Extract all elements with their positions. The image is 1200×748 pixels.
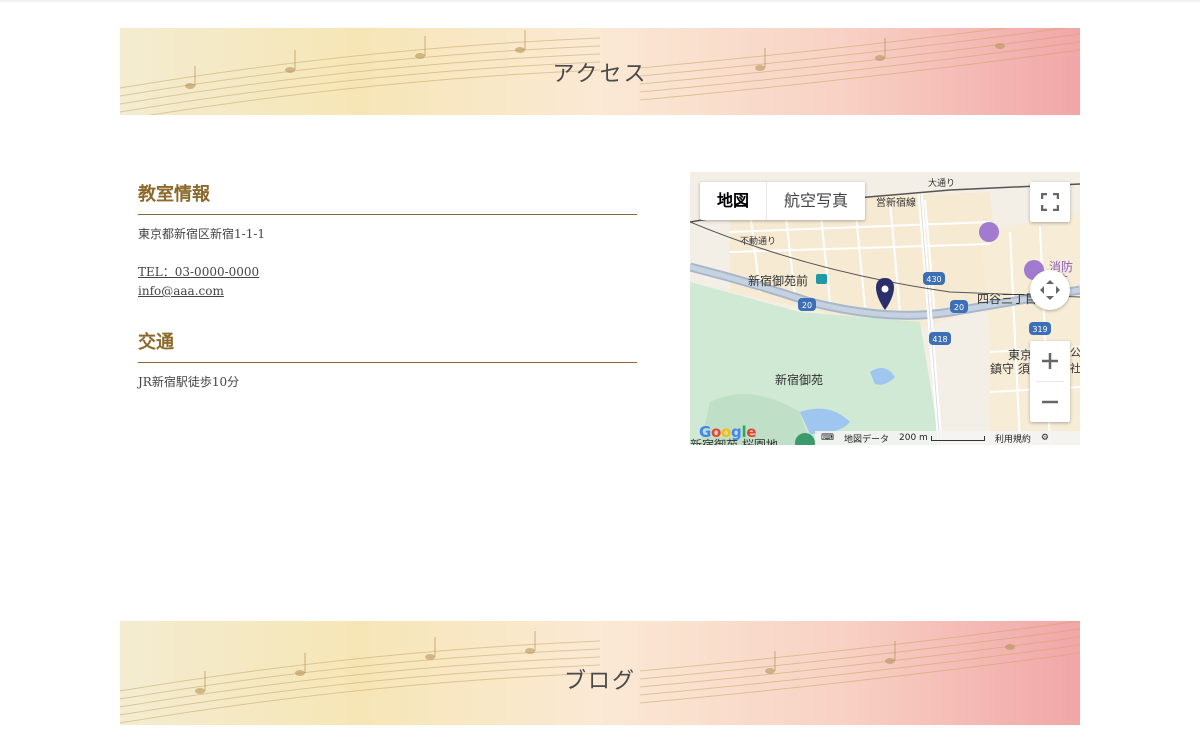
- map-attribution: ⌨ 地図データ 200 m 利用規約 ⚙: [815, 431, 1080, 445]
- blog-banner-title: ブログ: [563, 669, 636, 694]
- transport-heading: 交通: [138, 328, 637, 363]
- route-shield: 418: [932, 335, 947, 344]
- blog-banner: ブログ: [120, 621, 1080, 725]
- keyboard-icon[interactable]: ⌨: [821, 433, 834, 443]
- plus-icon: [1042, 353, 1058, 369]
- access-banner: アクセス: [120, 28, 1080, 115]
- map-label-fudou: 不動通り: [740, 237, 777, 247]
- pan-control-button[interactable]: [1030, 270, 1070, 310]
- classroom-address: 東京都新宿区新宿1-1-1: [138, 227, 266, 241]
- map-label-sha: 社: [1070, 362, 1080, 375]
- minus-icon: [1042, 400, 1058, 404]
- google-logo: Google: [699, 423, 757, 441]
- map-label-park: 新宿御苑: [775, 373, 824, 387]
- zoom-control: [1030, 341, 1070, 422]
- email-link[interactable]: info@aaa.com: [138, 282, 637, 301]
- route-shield: 430: [926, 275, 941, 284]
- zoom-in-button[interactable]: [1030, 341, 1070, 381]
- map-data-link[interactable]: 地図データ: [844, 432, 889, 445]
- map-label-yotsuya: 四谷三丁目: [977, 292, 1038, 306]
- access-banner-title: アクセス: [552, 62, 648, 87]
- map-label-line: 営新宿線: [876, 198, 916, 209]
- top-shadow: [0, 0, 1200, 4]
- tel-link[interactable]: TEL：03-0000-0000: [138, 263, 637, 282]
- map-label-chinju: 鎮守 須: [990, 362, 1030, 376]
- pan-arrows-icon: [1040, 280, 1060, 300]
- report-icon[interactable]: ⚙: [1041, 433, 1049, 443]
- map-label-station: 新宿御苑前: [748, 274, 809, 288]
- map-scale: 200 m: [899, 433, 985, 443]
- map-label-odoori: 大通り: [928, 179, 956, 189]
- route-shield: 319: [1032, 325, 1047, 334]
- classroom-heading: 教室情報: [138, 180, 637, 215]
- map-type-map-button[interactable]: 地図: [700, 182, 768, 220]
- classroom-info: 教室情報 東京都新宿区新宿1-1-1 TEL：03-0000-0000 info…: [138, 180, 637, 301]
- fullscreen-icon: [1041, 193, 1059, 211]
- transport-text: JR新宿駅徒歩10分: [138, 375, 240, 389]
- route-shield: 20: [802, 301, 812, 310]
- transport-info: 交通 JR新宿駅徒歩10分: [138, 328, 637, 392]
- terms-link[interactable]: 利用規約: [995, 432, 1031, 445]
- zoom-out-button[interactable]: [1030, 382, 1070, 422]
- map-type-satellite-button[interactable]: 航空写真: [767, 182, 865, 220]
- google-map[interactable]: 20 20 430 418 319 新宿御苑前 新宿御苑 四谷三丁目 東京 鎮守…: [690, 172, 1080, 445]
- fullscreen-button[interactable]: [1030, 182, 1070, 222]
- route-shield: 20: [954, 303, 964, 312]
- map-label-ko: 公: [1070, 346, 1080, 359]
- map-type-control: 地図 航空写真: [700, 182, 866, 220]
